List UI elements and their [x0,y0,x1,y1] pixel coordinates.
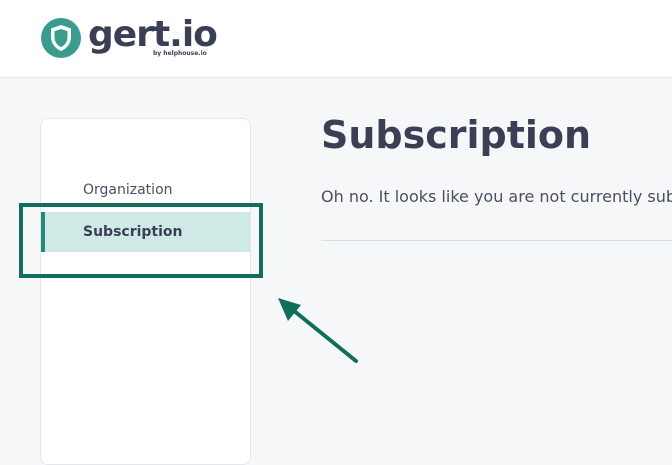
top-bar: gert.io by helphouse.io [0,0,672,78]
sidebar-item-label: Organization [83,182,173,198]
annotation-arrow-icon [278,298,358,363]
subscription-status-message: Oh no. It looks like you are not current… [321,187,672,206]
shield-logo-icon [41,18,81,58]
settings-sidebar: Organization Subscription [40,118,251,465]
page-title: Subscription [321,113,592,157]
brand-byline: by helphouse.io [153,50,207,57]
content-divider [321,240,672,241]
annotation-highlight-box [19,203,263,278]
